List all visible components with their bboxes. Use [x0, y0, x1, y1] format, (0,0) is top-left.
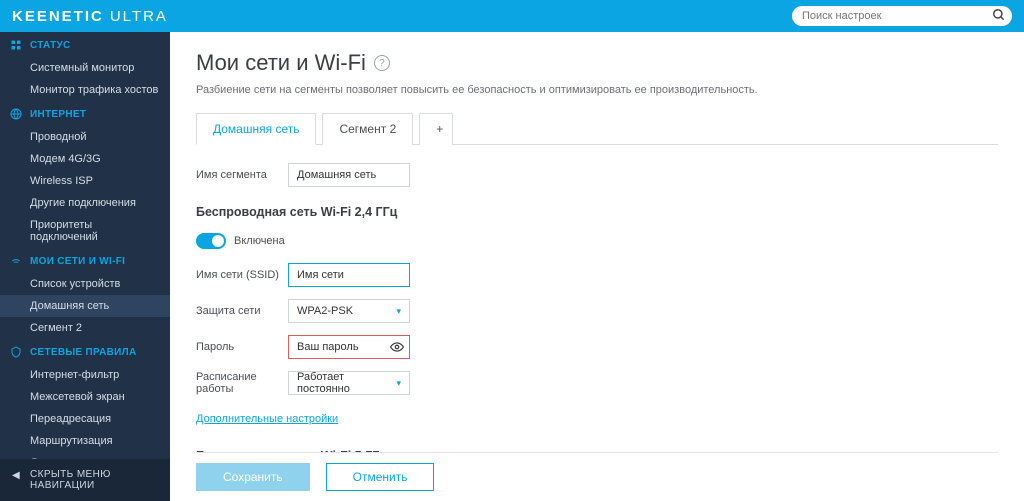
wifi24-schedule-select[interactable]: Работает постоянно▾	[288, 371, 410, 395]
sidebar-item[interactable]: Маршрутизация	[0, 430, 170, 452]
search-wrap	[792, 6, 1012, 26]
sidebar-item[interactable]: Домашняя сеть	[0, 295, 170, 317]
section-icon	[10, 255, 22, 267]
sidebar-item[interactable]: Интернет-фильтр	[0, 364, 170, 386]
brand-logo: KEENETICULTRA	[12, 8, 168, 25]
sidebar-section-title[interactable]: СТАТУС	[0, 32, 170, 57]
sidebar-item[interactable]: Межсетевой экран	[0, 386, 170, 408]
sidebar: СТАТУССистемный мониторМонитор трафика х…	[0, 32, 170, 501]
save-button[interactable]: Сохранить	[196, 463, 310, 491]
chevron-left-icon: ◀	[12, 470, 20, 481]
wifi24-advanced-link[interactable]: Дополнительные настройки	[196, 413, 338, 425]
app-header: KEENETICULTRA	[0, 0, 1024, 32]
sidebar-item[interactable]: Модем 4G/3G	[0, 148, 170, 170]
chevron-down-icon: ▾	[396, 378, 401, 389]
section-icon	[10, 39, 22, 51]
sidebar-item[interactable]: Проводной	[0, 126, 170, 148]
sidebar-item[interactable]: Монитор трафика хостов	[0, 79, 170, 101]
wifi24-ssid-input[interactable]	[288, 263, 410, 287]
wifi24-security-select[interactable]: WPA2-PSK▾	[288, 299, 410, 323]
action-bar: Сохранить Отменить	[196, 452, 998, 501]
cancel-button[interactable]: Отменить	[326, 463, 435, 491]
sidebar-section-title[interactable]: СЕТЕВЫЕ ПРАВИЛА	[0, 339, 170, 364]
section-icon	[10, 108, 22, 120]
search-icon[interactable]	[992, 8, 1006, 22]
tab-add[interactable]: +	[419, 113, 453, 145]
section-icon	[10, 346, 22, 358]
main-content: Мои сети и Wi-Fi ? Разбиение сети на сег…	[170, 32, 1024, 501]
segment-name-input[interactable]	[288, 163, 410, 187]
wifi24-enabled-label: Включена	[234, 235, 285, 247]
sidebar-collapse[interactable]: ◀ СКРЫТЬ МЕНЮ НАВИГАЦИИ	[0, 459, 170, 501]
tab-segment-2[interactable]: Сегмент 2	[322, 113, 413, 145]
wifi24-password-label: Пароль	[196, 341, 288, 353]
sidebar-item[interactable]: Доменное имя	[0, 452, 170, 459]
search-input[interactable]	[792, 6, 1012, 26]
chevron-down-icon: ▾	[396, 306, 401, 317]
page-subtitle: Разбиение сети на сегменты позволяет пов…	[196, 84, 998, 96]
help-icon[interactable]: ?	[374, 55, 390, 71]
sidebar-item[interactable]: Сегмент 2	[0, 317, 170, 339]
wifi24-schedule-label: Расписание работы	[196, 371, 288, 395]
sidebar-item[interactable]: Список устройств	[0, 273, 170, 295]
eye-icon[interactable]	[390, 340, 404, 354]
sidebar-item[interactable]: Переадресация	[0, 408, 170, 430]
wifi24-ssid-label: Имя сети (SSID)	[196, 269, 288, 281]
segment-name-label: Имя сегмента	[196, 169, 288, 181]
wifi24-heading: Беспроводная сеть Wi-Fi 2,4 ГГц	[196, 205, 998, 219]
segment-tabs: Домашняя сеть Сегмент 2 +	[196, 112, 998, 145]
wifi24-toggle[interactable]	[196, 233, 226, 249]
sidebar-item[interactable]: Системный монитор	[0, 57, 170, 79]
wifi24-security-label: Защита сети	[196, 305, 288, 317]
sidebar-item[interactable]: Приоритеты подключений	[0, 214, 170, 248]
tab-home-network[interactable]: Домашняя сеть	[196, 113, 316, 145]
sidebar-item[interactable]: Другие подключения	[0, 192, 170, 214]
page-title: Мои сети и Wi-Fi ?	[196, 50, 998, 76]
sidebar-section-title[interactable]: ИНТЕРНЕТ	[0, 101, 170, 126]
sidebar-item[interactable]: Wireless ISP	[0, 170, 170, 192]
sidebar-section-title[interactable]: МОИ СЕТИ И WI-FI	[0, 248, 170, 273]
